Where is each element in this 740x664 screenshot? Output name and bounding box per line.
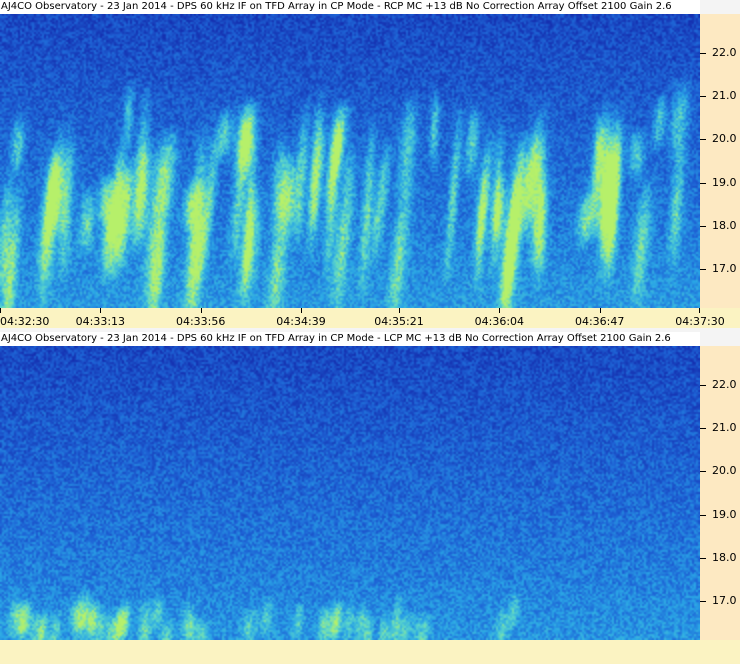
- y-tick-mark: [700, 269, 706, 271]
- y-tick-mark: [700, 52, 706, 54]
- y-tick-label: 18.0: [712, 218, 737, 232]
- x-tick-label: 04:36:47: [574, 315, 625, 328]
- y-tick-mark: [700, 471, 706, 473]
- y-tick-mark: [700, 557, 706, 559]
- x-tick-label: 04:37:30: [675, 315, 725, 328]
- y-tick-mark: [700, 428, 706, 430]
- spectrogram-plot: [0, 14, 700, 308]
- y-tick-mark: [700, 182, 706, 184]
- rcp-spectrogram-panel: AJ4CO Observatory - 23 Jan 2014 - DPS 60…: [0, 0, 740, 332]
- x-tick-mark: [100, 308, 102, 313]
- y-tick-label: 18.0: [712, 550, 737, 564]
- spectrogram-canvas: [0, 346, 700, 640]
- y-tick-mark: [700, 384, 706, 386]
- y-tick-mark: [700, 139, 706, 141]
- x-tick-label: 04:34:39: [276, 315, 326, 328]
- x-tick-mark: [0, 308, 1, 313]
- y-tick-mark: [700, 96, 706, 98]
- x-tick-label: 04:36:04: [474, 315, 525, 328]
- time-axis-empty: [0, 640, 740, 664]
- time-axis: 04:32:30 04:33:13 04:33:56 04:34:39 04:35:21…: [0, 308, 740, 328]
- y-tick-label: 19.0: [712, 507, 737, 521]
- x-tick-label: 04:33:56: [175, 315, 226, 328]
- y-tick-label: 17.0: [712, 262, 737, 276]
- frequency-axis: 22.0 21.0 20.0 19.0 18.0 17.0: [700, 14, 740, 308]
- spectrogram-plot: [0, 346, 700, 640]
- y-tick-label: 17.0: [712, 594, 737, 608]
- x-tick-mark: [499, 308, 501, 313]
- x-tick-mark: [399, 308, 400, 313]
- x-tick-label: 04:35:21: [374, 315, 424, 328]
- x-tick-mark: [599, 308, 601, 313]
- chart-title: AJ4CO Observatory - 23 Jan 2014 - DPS 60…: [0, 332, 700, 346]
- x-tick-label: 04:32:30: [0, 315, 50, 328]
- y-tick-mark: [700, 514, 706, 516]
- y-tick-label: 19.0: [712, 175, 737, 189]
- x-tick-mark: [699, 308, 700, 313]
- y-tick-label: 22.0: [712, 377, 737, 391]
- y-tick-label: 20.0: [712, 132, 737, 146]
- frequency-axis: 22.0 21.0 20.0 19.0 18.0 17.0: [700, 346, 740, 640]
- spectrogram-canvas: [0, 14, 700, 308]
- y-tick-label: 21.0: [712, 89, 737, 103]
- lcp-spectrogram-panel: AJ4CO Observatory - 23 Jan 2014 - DPS 60…: [0, 332, 740, 664]
- y-tick-label: 20.0: [712, 464, 737, 478]
- y-tick-mark: [700, 601, 706, 603]
- y-tick-label: 21.0: [712, 421, 737, 435]
- y-tick-label: 22.0: [712, 45, 737, 59]
- x-tick-mark: [301, 308, 302, 313]
- x-tick-mark: [200, 308, 202, 313]
- chart-title: AJ4CO Observatory - 23 Jan 2014 - DPS 60…: [0, 0, 700, 14]
- y-tick-mark: [700, 225, 706, 227]
- x-tick-label: 04:33:13: [75, 315, 126, 328]
